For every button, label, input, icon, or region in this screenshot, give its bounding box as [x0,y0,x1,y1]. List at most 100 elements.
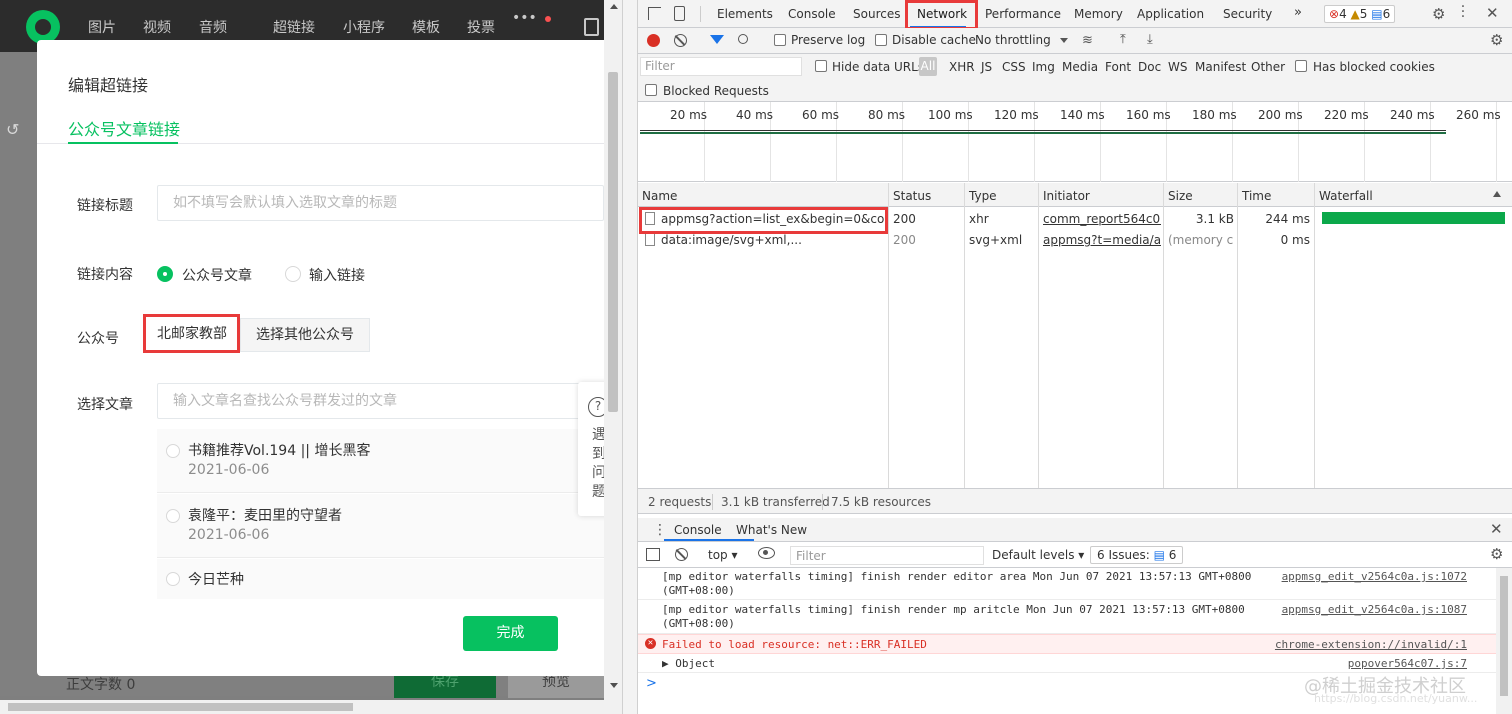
list-item[interactable]: 袁隆平：麦田里的守望者 2021-06-06 [157,494,604,558]
issues-badge[interactable]: ⊗4 ▲5 ▤6 [1324,5,1396,23]
network-settings-gear-icon[interactable]: ⚙ [1490,31,1503,49]
throttling-select[interactable]: No throttling [975,33,1051,47]
record-icon[interactable] [647,34,660,47]
device-toolbar-icon[interactable] [674,6,685,21]
tab-security[interactable]: Security [1223,7,1272,21]
tab-console[interactable]: Console [788,7,836,21]
col-time[interactable]: Time [1242,189,1271,203]
toolbar-hyperlink[interactable]: 超链接 [273,17,315,37]
toolbar-video[interactable]: 视频 [143,17,171,37]
tab-application[interactable]: Application [1137,7,1204,21]
col-type[interactable]: Type [969,189,997,203]
tab-performance[interactable]: Performance [985,7,1061,21]
close-drawer-icon[interactable]: ✕ [1490,520,1503,538]
article-radio[interactable] [166,509,180,523]
message-source-link[interactable]: popover564c07.js:7 [1348,657,1467,670]
article-radio[interactable] [166,444,180,458]
list-item[interactable]: 今日芒种 [157,559,604,599]
console-issues-button[interactable]: 6 Issues: ▤ 6 [1090,546,1184,564]
col-initiator[interactable]: Initiator [1043,189,1090,203]
toolbar-template[interactable]: 模板 [412,17,440,37]
choose-other-account-button[interactable]: 选择其他公众号 [240,318,370,352]
drawer-menu-icon[interactable]: ⋮ [653,522,667,538]
tab-sources[interactable]: Sources [853,7,900,21]
filter-icon[interactable] [710,35,724,44]
sidebar-toggle-icon[interactable] [646,548,660,561]
close-icon[interactable]: ✕ [1486,4,1499,22]
filter-all-button[interactable]: All [919,57,937,76]
toolbar-miniprogram[interactable]: 小程序 [343,17,385,37]
col-name[interactable]: Name [642,189,677,203]
live-expression-eye-icon[interactable] [758,547,775,559]
more-tabs-icon[interactable]: » [1294,5,1302,20]
editor-vertical-scrollbar[interactable] [604,0,622,700]
list-item[interactable]: 书籍推荐Vol.194 || 增长黑客 2021-06-06 [157,429,604,493]
filter-media[interactable]: Media [1062,60,1098,74]
console-prompt[interactable]: > [646,676,657,691]
scrollbar-thumb[interactable] [608,72,618,412]
filter-manifest[interactable]: Manifest [1195,60,1246,74]
preserve-log-checkbox[interactable] [774,34,786,46]
filter-js[interactable]: JS [981,60,992,74]
settings-gear-icon[interactable]: ⚙ [1432,5,1445,23]
blocked-requests-checkbox[interactable] [645,84,657,96]
scroll-down-icon[interactable] [610,683,618,688]
message-source-link[interactable]: appmsg_edit_v2564c0a.js:1087 [1282,603,1467,616]
tab-official-article-link[interactable]: 公众号文章链接 [68,116,180,140]
filter-font[interactable]: Font [1105,60,1131,74]
scroll-up-icon[interactable] [610,4,618,9]
network-conditions-icon[interactable]: ≋ [1082,33,1093,48]
col-status[interactable]: Status [893,189,931,203]
sort-ascending-icon[interactable] [1493,191,1501,197]
filter-img[interactable]: Img [1032,60,1055,74]
filter-ws[interactable]: WS [1168,60,1187,74]
tab-memory[interactable]: Memory [1074,7,1123,21]
editor-horizontal-scrollbar[interactable] [0,700,622,714]
toolbar-vote[interactable]: 投票 [467,17,495,37]
network-overview-timeline[interactable]: 20 ms 40 ms 60 ms 80 ms 100 ms 120 ms 14… [638,102,1512,182]
log-levels-select[interactable]: Default levels ▾ [992,548,1084,562]
kebab-menu-icon[interactable]: · · · [1460,0,1466,24]
toolbar-image[interactable]: 图片 [88,17,116,37]
article-radio[interactable] [166,572,180,586]
console-scrollbar[interactable] [1496,568,1512,714]
import-har-icon[interactable]: ⤒ [1120,32,1126,47]
filter-other[interactable]: Other [1251,60,1285,74]
context-select[interactable]: top ▾ [708,548,738,562]
request-initiator[interactable]: comm_report564c0... [1043,212,1161,226]
scrollbar-thumb[interactable] [8,703,353,711]
inspect-element-icon[interactable] [648,7,661,20]
clear-console-icon[interactable] [675,548,688,561]
request-initiator[interactable]: appmsg?t=media/a... [1043,233,1161,247]
console-filter-input[interactable]: Filter [790,546,984,565]
col-size[interactable]: Size [1168,189,1193,203]
hide-data-urls-checkbox[interactable] [815,60,827,72]
undo-icon[interactable]: ↺ [6,120,19,139]
clear-icon[interactable] [674,34,687,47]
filter-css[interactable]: CSS [1002,60,1026,74]
article-search-input[interactable]: 输入文章名查找公众号群发过的文章 [157,383,604,419]
disable-cache-checkbox[interactable] [875,34,887,46]
search-icon[interactable] [738,34,748,44]
console-settings-gear-icon[interactable]: ⚙ [1490,545,1503,563]
drawer-tab-whats-new[interactable]: What's New [736,523,807,537]
filter-input[interactable]: Filter [640,57,802,76]
tab-elements[interactable]: Elements [717,7,773,21]
console-message[interactable]: ▶ Object popover564c07.js:7 [638,655,1496,673]
request-name[interactable]: data:image/svg+xml,... [661,233,885,247]
export-har-icon[interactable]: ⤓ [1147,32,1153,47]
message-source-link[interactable]: appmsg_edit_v2564c0a.js:1072 [1282,570,1467,583]
col-waterfall[interactable]: Waterfall [1319,189,1373,203]
toolbar-more-button[interactable]: ••• [512,10,537,26]
document-icon[interactable] [584,18,599,36]
scrollbar-thumb[interactable] [1500,576,1508,696]
message-source-link[interactable]: chrome-extension://invalid/:1 [1275,638,1467,651]
panel-divider[interactable] [622,0,638,714]
radio-input-url[interactable] [285,266,301,282]
done-button[interactable]: 完成 [463,616,558,651]
chevron-down-icon[interactable] [1060,38,1068,43]
toolbar-audio[interactable]: 音频 [199,17,227,37]
has-blocked-cookies-checkbox[interactable] [1295,60,1307,72]
radio-official-article[interactable] [157,266,173,282]
link-title-input[interactable]: 如不填写会默认填入选取文章的标题 [157,185,604,221]
